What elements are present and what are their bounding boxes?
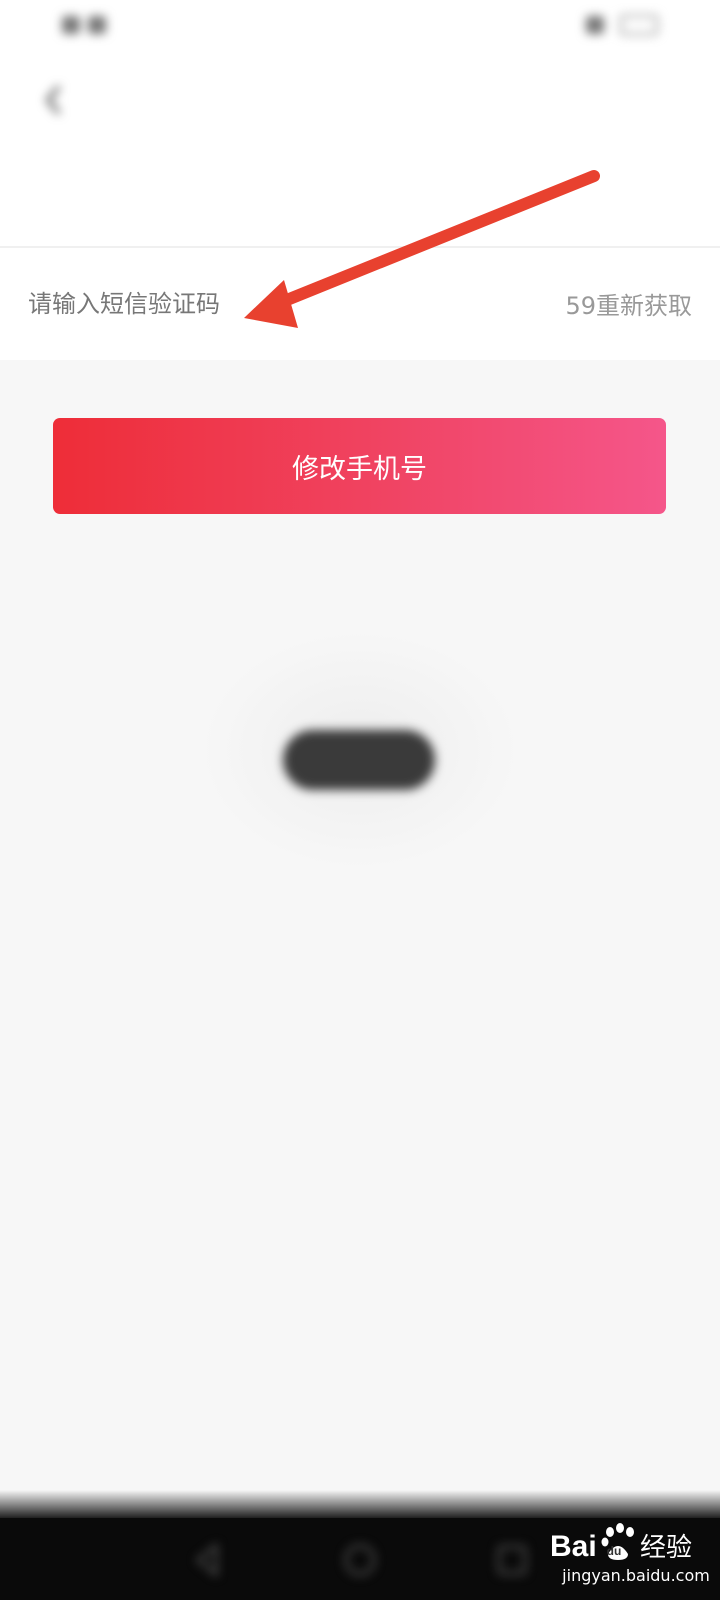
status-bar — [0, 0, 720, 50]
status-left — [62, 12, 114, 38]
svg-text:du: du — [607, 1544, 622, 1558]
signal-icon — [88, 16, 106, 34]
svg-text:Bai: Bai — [550, 1530, 597, 1563]
back-triangle-icon[interactable] — [186, 1538, 230, 1582]
home-circle-icon[interactable] — [338, 1538, 382, 1582]
status-right — [586, 12, 658, 38]
nav-bar — [0, 50, 720, 150]
recents-square-icon[interactable] — [490, 1538, 534, 1582]
phone-row[interactable] — [0, 150, 720, 248]
toast-message — [283, 730, 435, 790]
sms-code-input[interactable] — [28, 284, 428, 324]
signal-icon — [62, 16, 80, 34]
battery-icon — [620, 15, 658, 35]
bottom-fade — [0, 1490, 720, 1520]
svg-text:经验: 经验 — [640, 1533, 692, 1563]
change-phone-button[interactable]: 修改手机号 — [53, 418, 666, 514]
battery-status-icon — [586, 16, 604, 34]
watermark-url: jingyan.baidu.com — [562, 1566, 710, 1585]
sms-code-row: 59重新获取 — [0, 248, 720, 360]
chevron-left-icon[interactable] — [34, 80, 74, 120]
resend-code-button[interactable]: 59重新获取 — [565, 286, 692, 321]
